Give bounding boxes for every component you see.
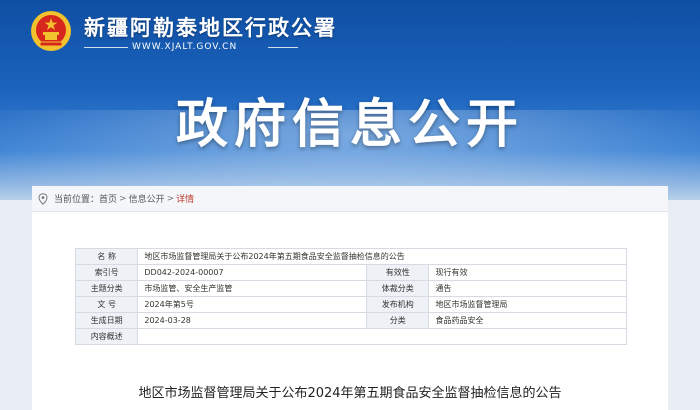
- index-value: DD042-2024-00007: [137, 264, 368, 281]
- hero-title: 政府信息公开: [175, 95, 524, 155]
- content-panel: 当前位置： 首页 > 信息公开 > 详情 名 称 地区市场监督管理局关于公布20…: [32, 186, 668, 410]
- article-title: 地区市场监督管理局关于公布2024年第五期食品安全监督抽检信息的公告: [138, 386, 562, 401]
- breadcrumb-home-link[interactable]: 首页: [99, 192, 117, 205]
- topic-label: 主题分类: [74, 280, 139, 297]
- validity-label: 有效性: [366, 264, 430, 281]
- validity-value: 现行有效: [428, 264, 627, 281]
- summary-label: 内容概述: [74, 328, 139, 345]
- table-row: 主题分类 市场监管、安全生产监管 体裁分类 通告: [74, 280, 627, 297]
- document-info-table: 名 称 地区市场监督管理局关于公布2024年第五期食品安全监督抽检信息的公告 索…: [74, 248, 627, 345]
- genre-label: 体裁分类: [366, 280, 430, 297]
- site-title: 新疆阿勒泰地区行政公署: [84, 16, 337, 40]
- doc-number-label: 文 号: [74, 296, 139, 313]
- category-value: 食品药品安全: [428, 312, 627, 329]
- category-label: 分类: [366, 312, 430, 329]
- table-row: 生成日期 2024-03-28 分类 食品药品安全: [74, 312, 627, 329]
- location-pin-icon: [38, 192, 48, 205]
- breadcrumb-current: 详情: [176, 195, 195, 205]
- genre-value: 通告: [428, 280, 627, 297]
- national-emblem-icon: [31, 11, 71, 51]
- header-banner: 新疆阿勒泰地区行政公署 WWW.XJALT.GOV.CN 政府信息公开: [0, 0, 700, 200]
- table-row: 名 称 地区市场监督管理局关于公布2024年第五期食品安全监督抽检信息的公告: [74, 248, 627, 265]
- table-row: 索引号 DD042-2024-00007 有效性 现行有效: [74, 264, 627, 281]
- title-value: 地区市场监督管理局关于公布2024年第五期食品安全监督抽检信息的公告: [137, 248, 627, 265]
- title-label: 名 称: [74, 248, 139, 265]
- topic-value: 市场监管、安全生产监管: [137, 280, 368, 297]
- breadcrumb-info-link[interactable]: 信息公开: [129, 192, 165, 205]
- date-value: 2024-03-28: [137, 312, 368, 329]
- table-row: 内容概述: [74, 328, 627, 345]
- breadcrumb: 当前位置： 首页 > 信息公开 > 详情: [32, 186, 668, 212]
- date-label: 生成日期: [74, 312, 139, 329]
- breadcrumb-separator: >: [166, 193, 175, 204]
- breadcrumb-prefix: 当前位置：: [54, 195, 100, 205]
- doc-number-value: 2024年第5号: [137, 296, 368, 313]
- table-row: 文 号 2024年第5号 发布机构 地区市场监督管理局: [74, 296, 627, 313]
- breadcrumb-separator: >: [119, 193, 127, 204]
- url-divider-left: [84, 47, 128, 48]
- publisher-label: 发布机构: [366, 296, 430, 313]
- publisher-value: 地区市场监督管理局: [428, 296, 627, 313]
- index-label: 索引号: [74, 264, 139, 281]
- site-url: WWW.XJALT.GOV.CN: [132, 42, 238, 52]
- url-divider-right: [268, 47, 298, 48]
- summary-value: [137, 328, 627, 345]
